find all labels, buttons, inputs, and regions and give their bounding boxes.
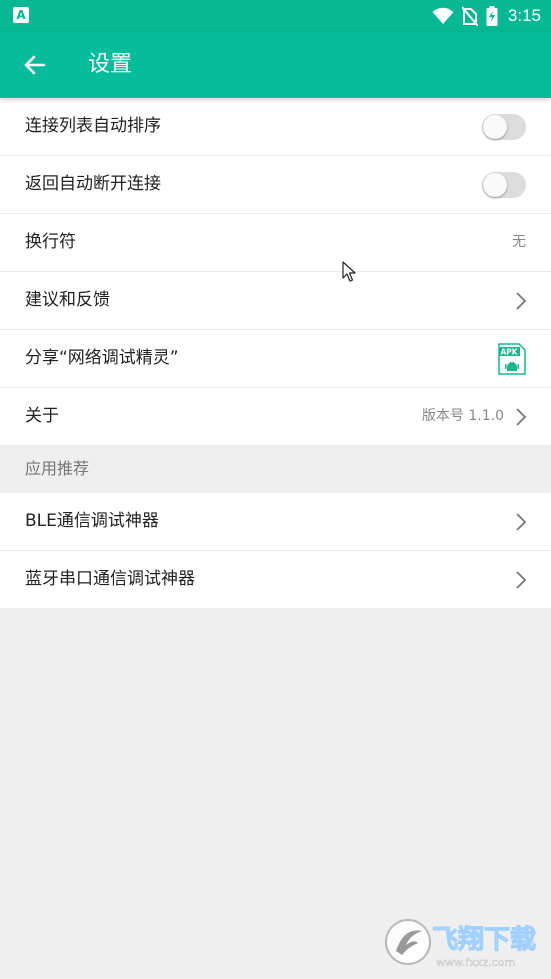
auto-disconnect-toggle[interactable] bbox=[482, 172, 526, 198]
watermark-logo: 飞翔下载 www.fxxz.com bbox=[385, 919, 537, 969]
chevron-right-icon bbox=[516, 571, 527, 589]
toggle-knob bbox=[483, 173, 507, 197]
setting-auto-sort[interactable]: 连接列表自动排序 bbox=[0, 98, 551, 156]
apk-file-icon: APK bbox=[498, 343, 526, 375]
battery-charging-icon bbox=[486, 6, 498, 26]
page-title: 设置 bbox=[88, 52, 133, 77]
recommend-label: 蓝牙串口通信调试神器 bbox=[25, 569, 195, 589]
arrow-back-icon bbox=[24, 55, 46, 75]
settings-list: 连接列表自动排序 返回自动断开连接 换行符 无 建议和反馈 分享“网络调试精灵”… bbox=[0, 98, 551, 608]
wifi-icon bbox=[432, 7, 454, 24]
status-time: 3:15 bbox=[507, 6, 541, 25]
back-button[interactable] bbox=[18, 49, 52, 81]
status-bar: A 3:15 bbox=[0, 0, 551, 32]
toggle-knob bbox=[483, 115, 507, 139]
app-toolbar: 设置 bbox=[0, 32, 551, 98]
chevron-right-icon bbox=[516, 292, 527, 310]
chevron-right-icon bbox=[516, 513, 527, 531]
apk-label: APK bbox=[500, 348, 518, 357]
setting-about[interactable]: 关于 版本号 1.1.0 bbox=[0, 388, 551, 445]
recommend-item-bt-serial[interactable]: 蓝牙串口通信调试神器 bbox=[0, 551, 551, 608]
recommend-item-ble[interactable]: BLE通信调试神器 bbox=[0, 493, 551, 551]
status-icons: 3:15 bbox=[432, 4, 541, 28]
setting-label: 返回自动断开连接 bbox=[25, 174, 161, 194]
app-a-icon: A bbox=[13, 7, 29, 23]
setting-line-ending[interactable]: 换行符 无 bbox=[0, 214, 551, 272]
watermark-text: 飞翔下载 bbox=[432, 925, 536, 955]
recommend-section-header: 应用推荐 bbox=[0, 445, 551, 493]
setting-label: 换行符 bbox=[25, 232, 76, 252]
setting-feedback[interactable]: 建议和反馈 bbox=[0, 272, 551, 330]
setting-label: 连接列表自动排序 bbox=[25, 116, 161, 136]
version-value: 版本号 1.1.0 bbox=[421, 408, 504, 424]
watermark-subtext: www.fxxz.com bbox=[436, 956, 515, 969]
mouse-cursor-icon bbox=[342, 261, 356, 282]
setting-share[interactable]: 分享“网络调试精灵” APK bbox=[0, 330, 551, 388]
line-ending-value: 无 bbox=[512, 234, 526, 250]
setting-label: 关于 bbox=[25, 406, 59, 426]
setting-label: 分享“网络调试精灵” bbox=[25, 348, 179, 368]
auto-sort-toggle[interactable] bbox=[482, 114, 526, 140]
no-sim-icon bbox=[461, 6, 478, 26]
chevron-right-icon bbox=[516, 408, 527, 426]
setting-label: 建议和反馈 bbox=[25, 290, 110, 310]
recommend-label: BLE通信调试神器 bbox=[25, 511, 159, 531]
setting-auto-disconnect[interactable]: 返回自动断开连接 bbox=[0, 156, 551, 214]
section-title: 应用推荐 bbox=[25, 459, 90, 478]
